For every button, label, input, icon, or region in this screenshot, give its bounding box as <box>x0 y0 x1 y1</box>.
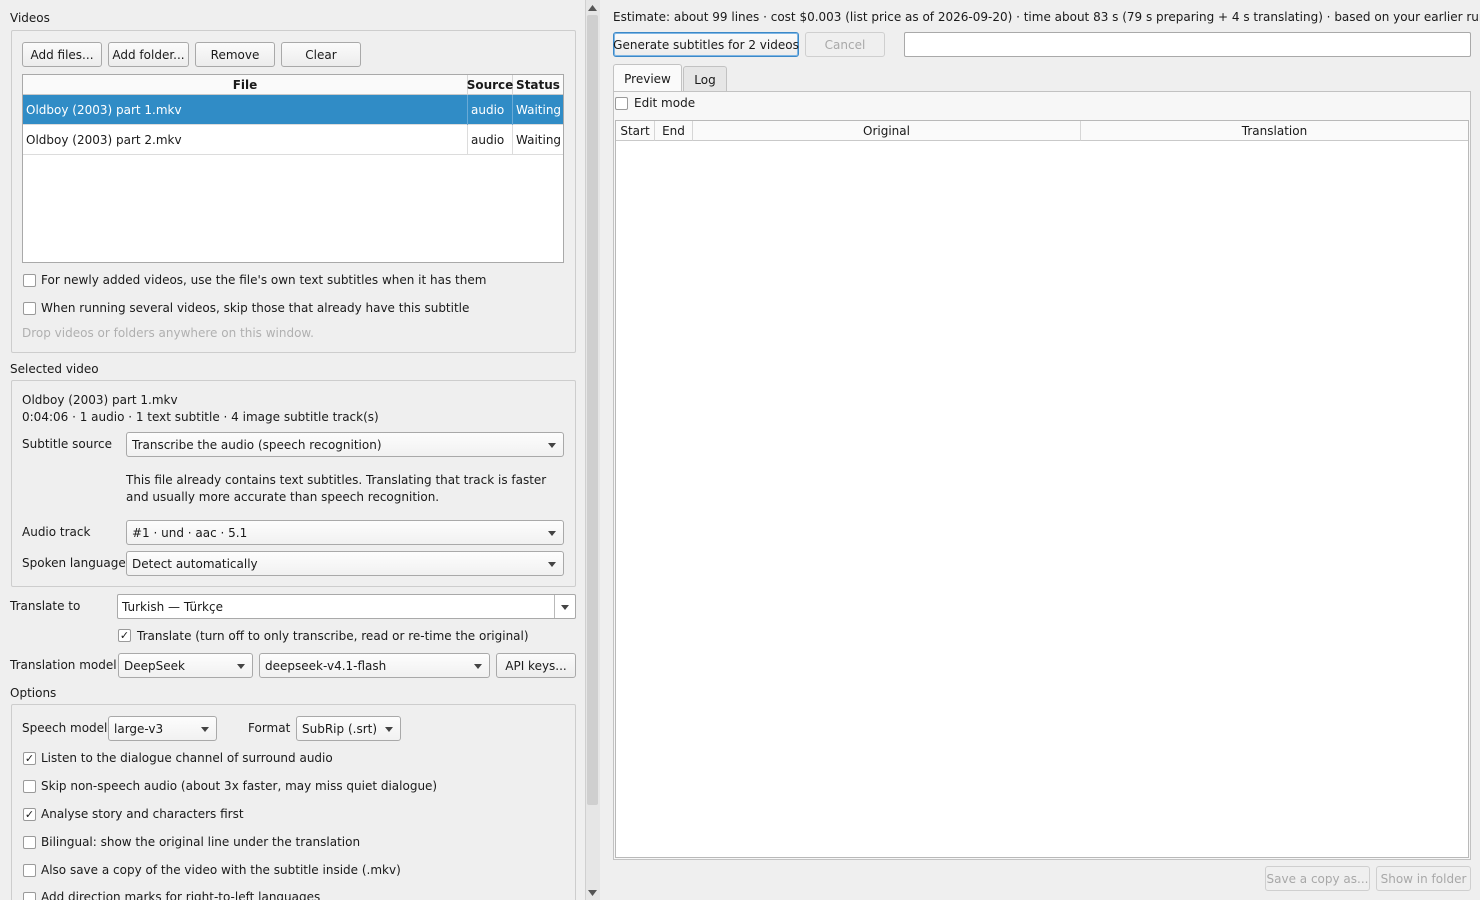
rtl-marks-label: Add direction marks for right-to-left la… <box>41 890 321 900</box>
save-mkv-label: Also save a copy of the video with the s… <box>41 863 401 877</box>
scrollbar-thumb[interactable] <box>587 15 598 805</box>
format-label: Format <box>248 721 291 735</box>
skip-existing-checkbox[interactable] <box>23 302 36 315</box>
skip-existing-label: When running several videos, skip those … <box>41 301 470 315</box>
save-copy-button[interactable]: Save a copy as... <box>1265 866 1370 891</box>
speech-model-select[interactable]: large-v3 <box>108 716 217 741</box>
remove-button[interactable]: Remove <box>195 42 275 67</box>
estimate-text: Estimate: about 99 lines · cost $0.003 (… <box>613 10 1480 24</box>
format-select[interactable]: SubRip (.srt) <box>296 716 401 741</box>
use-own-subtitles-checkbox[interactable] <box>23 274 36 287</box>
api-keys-button[interactable]: API keys... <box>496 653 576 678</box>
options-title: Options <box>10 686 57 700</box>
checkmark-icon: ✓ <box>119 629 130 642</box>
subtitle-table[interactable]: Start End Original Translation <box>615 120 1469 858</box>
use-own-subtitles-label: For newly added videos, use the file's o… <box>41 273 487 287</box>
left-panel: Videos Add files... Add folder... Remove… <box>0 0 600 900</box>
spoken-language-label: Spoken language <box>22 556 126 570</box>
edit-mode-label: Edit mode <box>634 96 696 110</box>
row-source: audio <box>468 125 513 155</box>
pane-splitter[interactable] <box>600 0 606 900</box>
column-header-file[interactable]: File <box>23 75 468 95</box>
column-header-original[interactable]: Original <box>693 121 1081 141</box>
clear-button[interactable]: Clear <box>281 42 361 67</box>
spoken-language-select[interactable]: Detect automatically <box>126 551 564 576</box>
add-folder-button[interactable]: Add folder... <box>108 42 189 67</box>
chevron-down-icon <box>548 562 556 567</box>
translate-to-label: Translate to <box>10 599 81 613</box>
dialogue-channel-label: Listen to the dialogue channel of surrou… <box>41 751 333 765</box>
audio-track-select[interactable]: #1 · und · aac · 5.1 <box>126 520 564 545</box>
speech-model-value: large-v3 <box>114 721 164 736</box>
analyse-story-label: Analyse story and characters first <box>41 807 244 821</box>
subtitle-source-label: Subtitle source <box>22 437 112 451</box>
chevron-down-icon <box>385 727 393 732</box>
chevron-down-icon[interactable] <box>561 605 569 610</box>
translation-provider-select[interactable]: DeepSeek <box>118 653 253 678</box>
spoken-language-value: Detect automatically <box>132 556 258 571</box>
subtitle-note: This file already contains text subtitle… <box>126 473 547 504</box>
row-file: Oldboy (2003) part 1.mkv <box>23 95 468 125</box>
column-header-status[interactable]: Status <box>513 75 563 95</box>
chevron-down-icon <box>548 531 556 536</box>
checkmark-icon: ✓ <box>24 752 35 765</box>
row-file: Oldboy (2003) part 2.mkv <box>23 125 468 155</box>
chevron-down-icon <box>237 664 245 669</box>
chevron-down-icon <box>201 727 209 732</box>
translate-checkbox-label: Translate (turn off to only transcribe, … <box>137 629 529 643</box>
audio-track-value: #1 · und · aac · 5.1 <box>132 525 248 540</box>
skip-non-speech-checkbox[interactable] <box>23 780 36 793</box>
selected-video-title: Selected video <box>10 362 99 376</box>
drop-hint: Drop videos or folders anywhere on this … <box>22 326 314 340</box>
audio-track-label: Audio track <box>22 525 91 539</box>
column-header-end[interactable]: End <box>655 121 693 141</box>
row-status: Waiting <box>516 133 562 147</box>
translation-model-value: deepseek-v4.1-flash <box>265 658 387 673</box>
rtl-marks-checkbox[interactable] <box>23 892 36 900</box>
generate-button[interactable]: Generate subtitles for 2 videos <box>613 32 799 57</box>
column-header-source[interactable]: Source <box>467 75 513 95</box>
translate-to-combo[interactable]: Turkish — Türkçe <box>117 594 576 619</box>
translate-checkbox[interactable]: ✓ <box>118 629 131 642</box>
row-status: Waiting <box>516 103 562 117</box>
translation-model-select[interactable]: deepseek-v4.1-flash <box>259 653 490 678</box>
show-in-folder-button[interactable]: Show in folder <box>1376 866 1471 891</box>
row-source: audio <box>468 95 513 125</box>
bilingual-label: Bilingual: show the original line under … <box>41 835 361 849</box>
column-header-start[interactable]: Start <box>616 121 655 141</box>
dialogue-channel-checkbox[interactable]: ✓ <box>23 752 36 765</box>
bilingual-checkbox[interactable] <box>23 836 36 849</box>
translation-provider-value: DeepSeek <box>124 658 185 673</box>
speech-model-label: Speech model <box>22 721 108 735</box>
translate-to-value: Turkish — Türkçe <box>122 599 223 614</box>
edit-mode-checkbox[interactable] <box>615 97 628 110</box>
videos-group-title: Videos <box>10 11 50 25</box>
column-header-translation[interactable]: Translation <box>1081 121 1468 141</box>
videos-table[interactable]: File Source Status Oldboy (2003) part 1.… <box>22 74 564 263</box>
scroll-down-icon[interactable] <box>588 889 597 897</box>
tab-log[interactable]: Log <box>683 66 727 92</box>
tab-preview[interactable]: Preview <box>613 64 682 92</box>
checkmark-icon: ✓ <box>24 808 35 821</box>
chevron-down-icon <box>474 664 482 669</box>
analyse-story-checkbox[interactable]: ✓ <box>23 808 36 821</box>
add-files-button[interactable]: Add files... <box>22 42 102 67</box>
table-row[interactable]: Oldboy (2003) part 1.mkv audio Waiting <box>23 95 563 125</box>
format-value: SubRip (.srt) <box>302 721 378 736</box>
selected-info: 0:04:06 · 1 audio · 1 text subtitle · 4 … <box>22 410 379 424</box>
table-row[interactable]: Oldboy (2003) part 2.mkv audio Waiting <box>23 125 563 155</box>
selected-filename: Oldboy (2003) part 1.mkv <box>22 393 178 407</box>
chevron-down-icon <box>548 443 556 448</box>
subtitle-source-value: Transcribe the audio (speech recognition… <box>132 437 382 452</box>
subtitle-source-select[interactable]: Transcribe the audio (speech recognition… <box>126 432 564 457</box>
scroll-up-icon[interactable] <box>588 4 597 12</box>
save-mkv-checkbox[interactable] <box>23 864 36 877</box>
cancel-button[interactable]: Cancel <box>805 32 885 57</box>
skip-non-speech-label: Skip non-speech audio (about 3x faster, … <box>41 779 438 793</box>
progress-field <box>904 32 1471 57</box>
translation-model-label: Translation model <box>10 658 117 672</box>
